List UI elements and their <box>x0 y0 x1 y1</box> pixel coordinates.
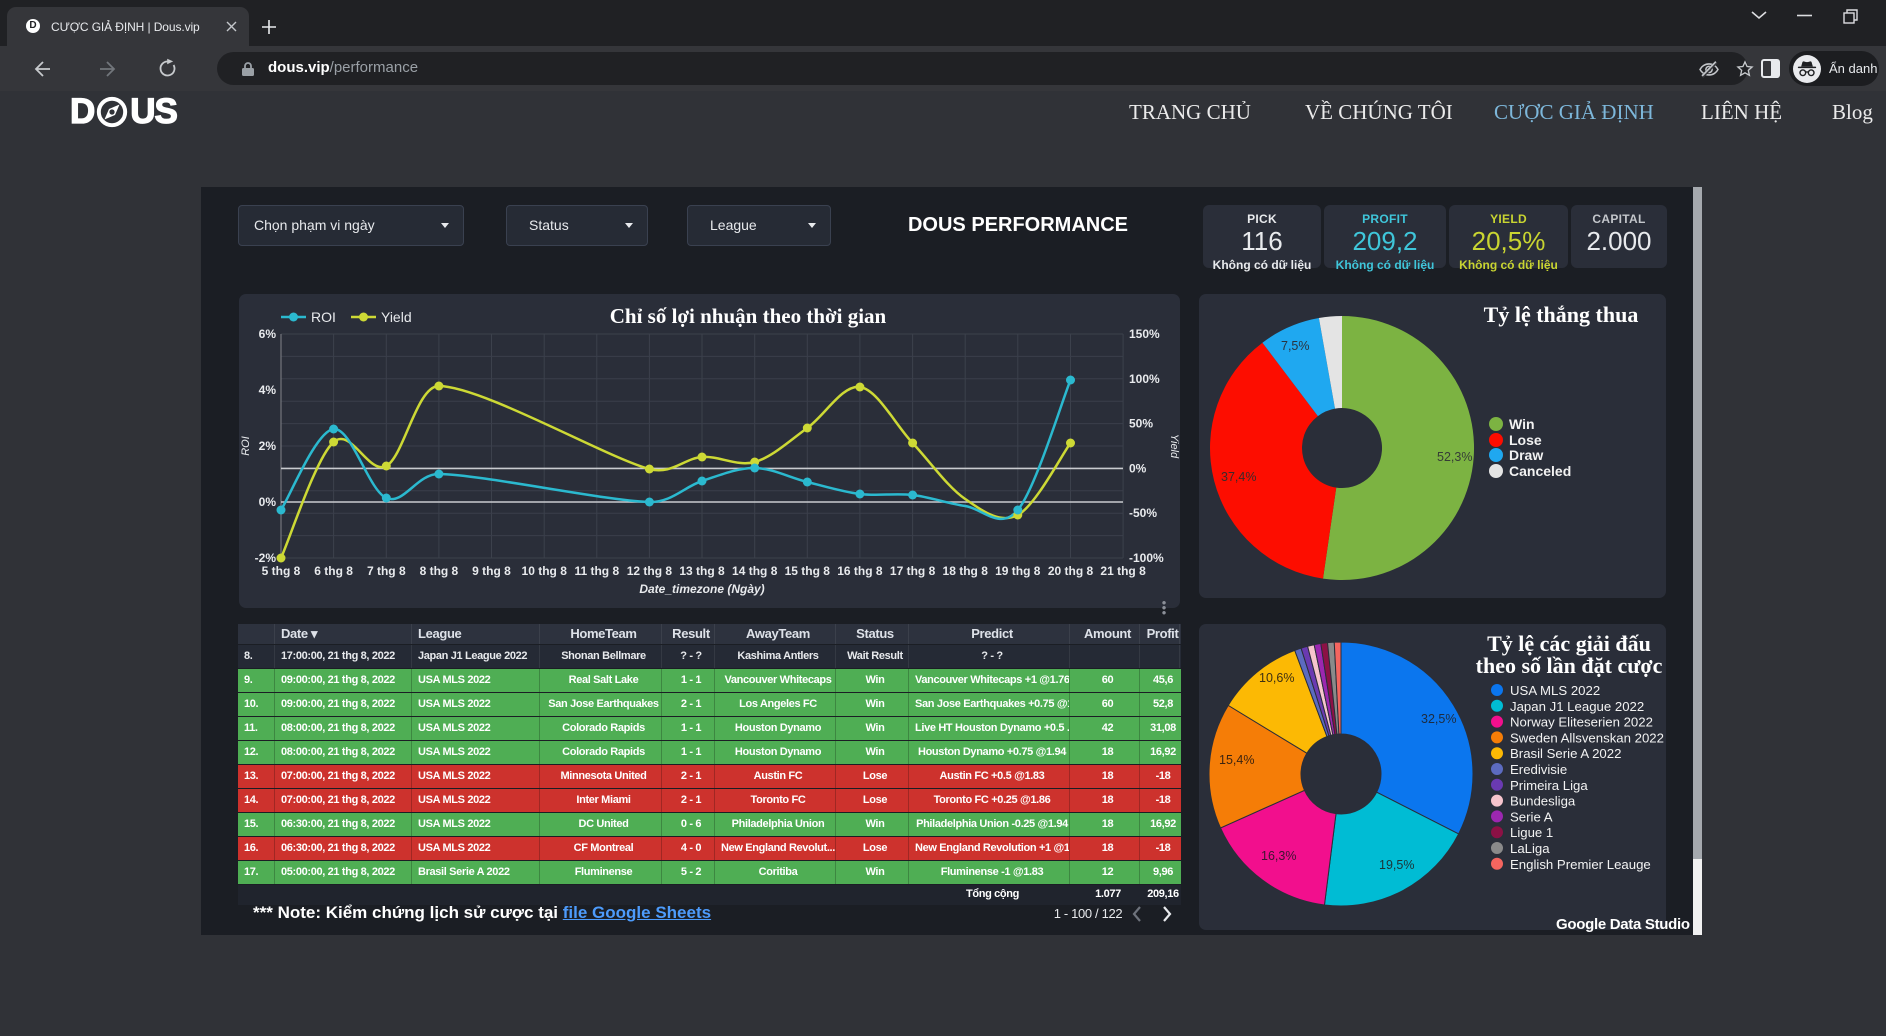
svg-text:0%: 0% <box>259 495 277 509</box>
svg-text:Eredivisie: Eredivisie <box>1510 762 1567 777</box>
svg-text:9 thg 8: 9 thg 8 <box>472 564 511 578</box>
svg-text:8 thg 8: 8 thg 8 <box>420 564 459 578</box>
svg-text:-50%: -50% <box>1129 506 1157 520</box>
svg-text:10 thg 8: 10 thg 8 <box>522 564 568 578</box>
svg-text:5 thg 8: 5 thg 8 <box>262 564 301 578</box>
svg-text:37,4%: 37,4% <box>1221 470 1256 484</box>
svg-text:Tỷ lệ thắng thua: Tỷ lệ thắng thua <box>1484 302 1639 327</box>
svg-text:Date_timezone (Ngày): Date_timezone (Ngày) <box>639 582 764 596</box>
svg-text:Primeira Liga: Primeira Liga <box>1510 778 1588 793</box>
svg-text:11 thg 8: 11 thg 8 <box>574 564 619 578</box>
svg-text:21 thg 8: 21 thg 8 <box>1100 564 1146 578</box>
svg-text:16,3%: 16,3% <box>1261 849 1296 863</box>
svg-text:10,6%: 10,6% <box>1259 671 1294 685</box>
svg-text:0%: 0% <box>1129 461 1147 475</box>
svg-text:7,5%: 7,5% <box>1281 339 1310 353</box>
svg-text:50%: 50% <box>1129 417 1153 431</box>
svg-text:Brasil Serie A 2022: Brasil Serie A 2022 <box>1510 746 1621 761</box>
svg-text:150%: 150% <box>1129 327 1160 341</box>
svg-text:Sweden Allsvenskan 2022: Sweden Allsvenskan 2022 <box>1510 730 1664 745</box>
svg-text:15,4%: 15,4% <box>1219 753 1254 767</box>
svg-text:ROI: ROI <box>240 436 252 456</box>
svg-text:19 thg 8: 19 thg 8 <box>995 564 1041 578</box>
svg-text:6 thg 8: 6 thg 8 <box>314 564 353 578</box>
svg-text:-2%: -2% <box>255 551 277 565</box>
svg-text:16 thg 8: 16 thg 8 <box>837 564 883 578</box>
svg-text:17 thg 8: 17 thg 8 <box>890 564 936 578</box>
svg-text:Canceled: Canceled <box>1509 463 1571 479</box>
svg-text:theo số lần đặt cược: theo số lần đặt cược <box>1476 653 1663 678</box>
svg-text:6%: 6% <box>259 327 277 341</box>
svg-text:Yield: Yield <box>1168 434 1180 459</box>
svg-text:Norway Eliteserien 2022: Norway Eliteserien 2022 <box>1510 715 1653 730</box>
svg-text:100%: 100% <box>1129 372 1160 386</box>
svg-text:32,5%: 32,5% <box>1421 712 1456 726</box>
svg-text:Japan J1 League 2022: Japan J1 League 2022 <box>1510 699 1644 714</box>
svg-text:15 thg 8: 15 thg 8 <box>785 564 831 578</box>
svg-text:-100%: -100% <box>1129 551 1164 565</box>
svg-text:ROI: ROI <box>311 309 336 325</box>
svg-text:20 thg 8: 20 thg 8 <box>1048 564 1094 578</box>
svg-text:52,3%: 52,3% <box>1437 450 1472 464</box>
svg-text:18 thg 8: 18 thg 8 <box>943 564 989 578</box>
svg-text:Ligue 1: Ligue 1 <box>1510 825 1553 840</box>
svg-text:7 thg 8: 7 thg 8 <box>367 564 406 578</box>
svg-text:19,5%: 19,5% <box>1379 858 1414 872</box>
svg-text:2%: 2% <box>259 439 277 453</box>
svg-text:Chỉ số lợi nhuận theo thời gia: Chỉ số lợi nhuận theo thời gian <box>610 304 887 328</box>
svg-text:Serie A: Serie A <box>1510 809 1553 824</box>
svg-text:12 thg 8: 12 thg 8 <box>627 564 673 578</box>
svg-text:Win: Win <box>1509 416 1535 432</box>
svg-text:Lose: Lose <box>1509 432 1542 448</box>
svg-text:Yield: Yield <box>381 309 412 325</box>
svg-text:LaLiga: LaLiga <box>1510 841 1550 856</box>
svg-text:13 thg 8: 13 thg 8 <box>679 564 725 578</box>
svg-text:Draw: Draw <box>1509 447 1543 463</box>
svg-text:14 thg 8: 14 thg 8 <box>732 564 778 578</box>
svg-text:English Premier Leauge: English Premier Leauge <box>1510 857 1651 872</box>
svg-text:Bundesliga: Bundesliga <box>1510 794 1576 809</box>
svg-text:4%: 4% <box>259 383 277 397</box>
svg-text:USA MLS 2022: USA MLS 2022 <box>1510 683 1600 698</box>
